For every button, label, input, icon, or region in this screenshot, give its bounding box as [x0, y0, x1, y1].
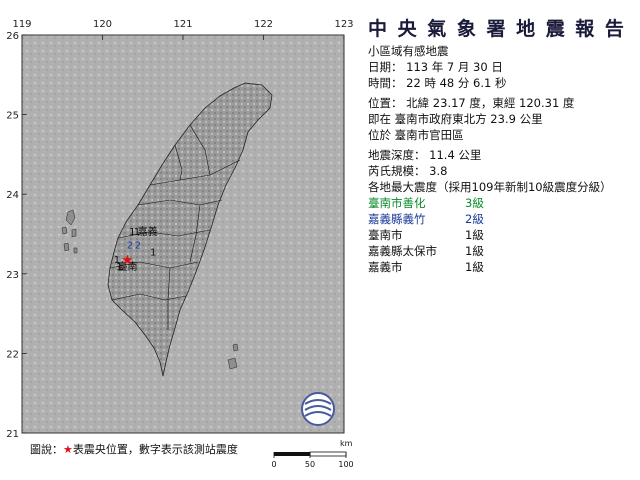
map-svg: 119 120 121 122 123 262524232221 11嘉義2 2111臺南… [6, 19, 353, 440]
report-relative-location: 即在 臺南市政府東北方 23.9 公里 [368, 112, 543, 126]
lat-tick-label: 24 [6, 190, 19, 201]
intensity-level: 2級 [465, 212, 484, 226]
report-date: 日期： 113 年 7 月 30 日 [368, 60, 503, 74]
cwa-logo [301, 392, 335, 426]
lat-tick-label: 23 [6, 270, 19, 281]
scale-bar-white [309, 451, 347, 457]
lon-tick-label: 123 [334, 19, 353, 30]
report-subtitle: 小區域有感地震 [368, 44, 449, 58]
report-position: 位置： 北緯 23.17 度，東經 120.31 度 [368, 96, 575, 110]
intensity-level: 3級 [465, 196, 484, 210]
intensity-row: 臺南市 1級 [368, 227, 636, 243]
intensity-row: 臺南市善化 3級 [368, 195, 636, 211]
scale-bar-black [274, 452, 310, 456]
report-time: 時間： 22 時 48 分 6.1 秒 [368, 76, 507, 90]
scale-tick-100: 100 [338, 460, 353, 469]
intensity-station: 嘉義縣義竹 [368, 212, 426, 226]
intensity-row: 嘉義市 1級 [368, 259, 636, 275]
report-district: 位於 臺南市官田區 [368, 128, 464, 142]
legend: 圖說：★表震央位置，數字表示該測站震度 [30, 441, 238, 457]
green-island [232, 343, 239, 352]
station-mark-chiayi-label: 嘉義 [138, 225, 158, 238]
epicenter-star-icon: ★ [121, 252, 134, 268]
station-mark-taibao: 1 [150, 248, 156, 259]
scale-tick-0: 0 [271, 460, 276, 469]
lat-tick-label: 25 [6, 111, 19, 122]
lat-tick-label: 22 [6, 349, 19, 360]
intensity-row: 嘉義縣義竹 2級 [368, 211, 636, 227]
intensity-station: 臺南市善化 [368, 196, 426, 210]
scale-unit: km [340, 440, 353, 448]
intensity-header: 各地最大震度（採用109年新制10級震度分級） [368, 180, 612, 194]
intensity-station: 嘉義市 [368, 260, 403, 274]
intensity-level: 1級 [465, 228, 484, 242]
report-magnitude: 芮氏規模： 3.8 [368, 164, 448, 178]
scale-bar: km 0 50 100 [271, 440, 353, 469]
intensity-list: 臺南市善化 3級 嘉義縣義竹 2級 臺南市 1級 嘉義縣太保市 1級 嘉義市 1級 [368, 195, 636, 275]
lon-tick-label: 119 [12, 19, 31, 30]
legend-text: 表震央位置，數字表示該測站震度 [72, 443, 238, 456]
lat-tick-label: 21 [6, 429, 19, 440]
intensity-station: 嘉義縣太保市 [368, 244, 437, 258]
legend-star-icon: ★ [63, 443, 73, 456]
legend-prefix: 圖說： [30, 443, 63, 456]
intensity-row: 嘉義縣太保市 1級 [368, 243, 636, 259]
intensity-station: 臺南市 [368, 228, 403, 242]
lon-tick-label: 122 [254, 19, 273, 30]
scale-tick-50: 50 [305, 460, 315, 469]
map-panel: 119 120 121 122 123 26 25 24 23 22 21 1 1 嘉義 2 2 1 1 1 臺南… [0, 0, 360, 480]
report-depth: 地震深度： 11.4 公里 [368, 148, 482, 162]
intensity-level: 1級 [465, 260, 484, 274]
lon-tick-label: 121 [173, 19, 192, 30]
station-mark-shanhua-a: 2 [127, 240, 133, 251]
intensity-level: 1級 [465, 244, 484, 258]
report-title: 中 央 氣 象 署 地 震 報 告 [368, 18, 626, 40]
earthquake-report: 中 央 氣 象 署 地 震 報 告 小區域有感地震 日期： 113 年 7 月 … [368, 14, 636, 275]
lat-tick-label: 26 [6, 31, 19, 42]
station-mark-yizhu: 2 [135, 240, 141, 251]
lon-tick-label: 120 [93, 19, 112, 30]
